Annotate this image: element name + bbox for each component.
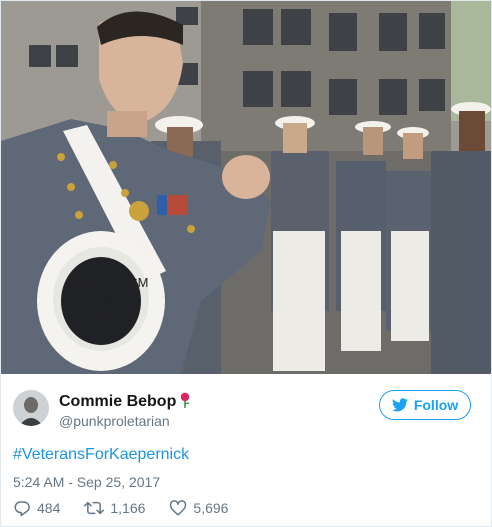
tweet-card: COMMUNISM WILL WIN Commie Bebop @punkpro… [0, 0, 492, 527]
hat-sign-line-1: COMMUNISM [65, 275, 148, 290]
like-action[interactable]: 5,696 [169, 499, 228, 517]
retweet-action[interactable]: 1,166 [84, 499, 145, 517]
heart-icon [170, 500, 187, 516]
rose-icon [179, 392, 191, 408]
reply-icon [14, 501, 30, 517]
tweet-timestamp[interactable]: 5:24 AM - Sep 25, 2017 [13, 473, 160, 491]
tweet-header: Commie Bebop @punkproletarian Follow [13, 387, 481, 433]
user-handle[interactable]: @punkproletarian [59, 412, 191, 430]
twitter-bird-icon [391, 398, 408, 412]
follow-button[interactable]: Follow [379, 390, 471, 420]
tweet-photo[interactable]: COMMUNISM WILL WIN [1, 1, 491, 374]
cadet-photo-illustration: COMMUNISM WILL WIN [1, 1, 491, 374]
display-name-row[interactable]: Commie Bebop [59, 392, 191, 412]
tweet-hashtag[interactable]: #VeteransForKaepernick [13, 445, 189, 465]
display-name[interactable]: Commie Bebop [59, 393, 176, 410]
avatar[interactable] [13, 390, 49, 426]
hat-sign-line-2: WILL [90, 293, 120, 308]
tweet-actions: 484 1,166 5,696 [13, 499, 252, 517]
reply-count: 484 [37, 500, 61, 516]
follow-button-label: Follow [413, 397, 459, 413]
hat-sign-line-3: WIN [92, 311, 117, 326]
reply-action[interactable]: 484 [13, 499, 60, 517]
user-names: Commie Bebop @punkproletarian [59, 392, 191, 430]
like-count: 5,696 [193, 500, 229, 516]
retweet-icon [84, 501, 105, 515]
avatar-portrait-icon [13, 390, 49, 426]
retweet-count: 1,166 [110, 500, 146, 516]
